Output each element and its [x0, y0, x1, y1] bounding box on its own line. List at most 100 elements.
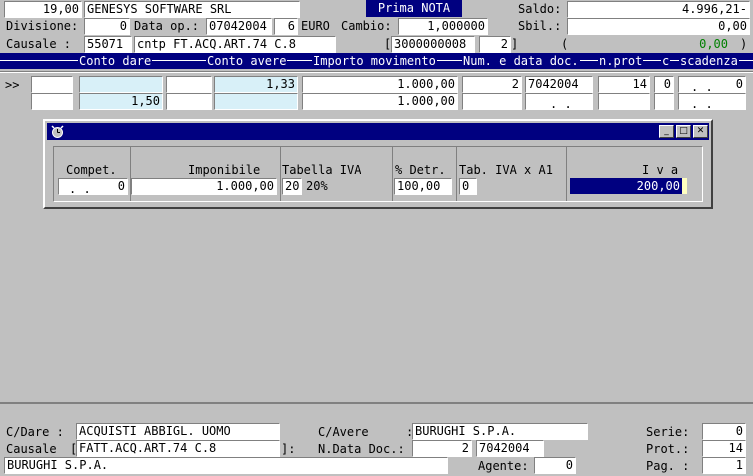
company-name-field: GENESYS SOFTWARE SRL — [84, 1, 300, 18]
ref-small-field[interactable]: 2 — [479, 36, 511, 53]
row1-scadenza-cell[interactable]: . . 0 — [678, 76, 746, 93]
col-conto-dare: Conto dare — [78, 53, 153, 69]
paren-open: ( — [561, 37, 569, 51]
ref-number-field[interactable]: 3000000008 — [391, 36, 475, 53]
serie-field: 0 — [702, 423, 746, 440]
agente-field: 0 — [534, 457, 576, 474]
sbil-label: Sbil.: — [518, 19, 562, 33]
minimize-icon[interactable]: _ — [659, 125, 674, 138]
dialog-divider — [566, 147, 567, 201]
ndata-doc-label: N.Data Doc.: — [318, 442, 405, 456]
cdare-label: C/Dare : — [6, 425, 64, 439]
saldo-label: Saldo: — [518, 2, 562, 16]
row1-code-cell[interactable] — [31, 76, 73, 93]
row2-scadenza-dots: . . — [691, 97, 713, 110]
tab-iva-a1-field[interactable]: 0 — [459, 178, 477, 195]
data-op-field[interactable]: 07042004 — [206, 18, 272, 35]
row1-scadenza-value: 0 — [735, 77, 743, 91]
tabella-iva-desc: 20% — [306, 179, 328, 193]
prot-label: Prot.: — [646, 442, 690, 456]
causale-code-field[interactable]: 55071 — [84, 36, 132, 53]
row1-prot-cell[interactable]: 14 — [598, 76, 650, 93]
compet-label: Compet. — [66, 163, 117, 177]
cavere-label: C/Avere — [318, 425, 369, 439]
row2-c-cell[interactable] — [654, 93, 674, 110]
pag-field: 1 — [702, 457, 746, 474]
module-title: Prima NOTA — [366, 0, 462, 17]
prot-field: 14 — [702, 440, 746, 457]
row2-dare-cell[interactable]: 1,50 — [79, 93, 163, 110]
col-num-data-doc: Num. e data doc. — [462, 53, 580, 69]
row2-data-dots: . . — [550, 97, 572, 110]
row1-scadenza-dots: . . — [691, 80, 713, 93]
sbil-value: 0,00 — [567, 18, 750, 35]
col-nprot: n.prot — [598, 53, 644, 69]
ref-close-bracket: ] — [511, 37, 519, 51]
row1-num-cell[interactable]: 2 — [462, 76, 522, 93]
dialog-divider — [392, 147, 393, 201]
cambio-label: Cambio: — [341, 19, 392, 33]
col-importo: Importo movimento — [312, 53, 437, 69]
supplier-field: BURUGHI S.P.A. — [4, 457, 448, 474]
compet-value: 0 — [117, 179, 125, 193]
tabella-iva-code-field[interactable]: 20 — [282, 178, 302, 195]
day-field[interactable]: 6 — [274, 18, 298, 35]
causale-desc-field[interactable]: cntp FT.ACQ.ART.74 C.8 — [134, 36, 336, 53]
dialog-divider — [456, 147, 457, 201]
detr-label: % Detr. — [395, 163, 446, 177]
dialog-title-bar[interactable]: _ □ ✕ — [47, 123, 709, 140]
imponibile-field[interactable]: 1.000,00 — [131, 178, 277, 195]
row1-importo-cell[interactable]: 1.000,00 — [302, 76, 458, 93]
row1-c-cell[interactable]: 0 — [654, 76, 674, 93]
serie-label: Serie: — [646, 425, 690, 439]
compet-field[interactable]: . . 0 — [58, 178, 128, 195]
row1-dare-cell[interactable] — [79, 76, 163, 93]
row1-data-cell[interactable]: 7042004 — [525, 76, 593, 93]
footer-causale-label: Causale — [6, 442, 57, 456]
imponibile-label: Imponibile — [188, 163, 261, 177]
header-separator — [0, 71, 753, 73]
col-conto-avere: Conto avere — [206, 53, 288, 69]
footer-causale-close: ]: — [281, 442, 296, 456]
iva-dialog: _ □ ✕ Compet. . . 0 Imponibile 1.000,00 … — [43, 119, 713, 209]
text-cursor — [682, 178, 687, 194]
col-c: c — [661, 53, 671, 69]
row1-mid-cell[interactable] — [166, 76, 212, 93]
cambio-field[interactable]: 1,000000 — [398, 18, 488, 35]
close-icon[interactable]: ✕ — [693, 125, 708, 138]
iva-field[interactable]: 200,00 — [570, 178, 682, 194]
tab-iva-a1-label: Tab. IVA x A1 — [459, 163, 553, 177]
divisione-field[interactable]: 0 — [84, 18, 130, 35]
row2-prot-cell[interactable] — [598, 93, 650, 110]
row2-code-cell[interactable] — [31, 93, 73, 110]
row2-mid-cell[interactable] — [166, 93, 212, 110]
tabella-iva-label: Tabella IVA — [282, 163, 362, 177]
header-amount-field[interactable]: 19,00 — [4, 1, 82, 18]
row2-num-cell[interactable] — [462, 93, 522, 110]
detr-field[interactable]: 100,00 — [394, 178, 452, 195]
data-op-label: Data op.: — [134, 19, 200, 33]
causale-label: Causale : — [6, 37, 72, 51]
row2-avere-cell[interactable] — [214, 93, 298, 110]
ndoc-field: 2 — [412, 440, 472, 457]
divisione-label: Divisione: — [6, 19, 79, 33]
row2-scadenza-cell[interactable]: . . — [678, 93, 746, 110]
data-doc-field: 7042004 — [476, 440, 544, 457]
col-scadenza: scadenza — [679, 53, 739, 69]
agente-label: Agente: — [478, 459, 529, 473]
row2-data-cell[interactable]: . . — [525, 93, 593, 110]
saldo-value: 4.996,21- — [567, 1, 750, 18]
cdare-field: ACQUISTI ABBIGL. UOMO — [76, 423, 280, 440]
iva-label: I v a — [642, 163, 679, 177]
maximize-icon[interactable]: □ — [676, 125, 691, 138]
balance-value: 0,00 — [699, 37, 728, 51]
cavere-field: BURUGHI S.P.A. — [412, 423, 588, 440]
row2-importo-cell[interactable]: 1.000,00 — [302, 93, 458, 110]
paren-close: ) — [740, 37, 748, 51]
dialog-divider — [280, 147, 281, 201]
alarm-clock-icon[interactable] — [50, 124, 65, 139]
dialog-body: Compet. . . 0 Imponibile 1.000,00 Tabell… — [53, 146, 703, 202]
row1-avere-cell[interactable]: 1,33 — [214, 76, 298, 93]
pag-label: Pag. : — [646, 459, 690, 473]
compet-dots: . . — [69, 182, 91, 195]
